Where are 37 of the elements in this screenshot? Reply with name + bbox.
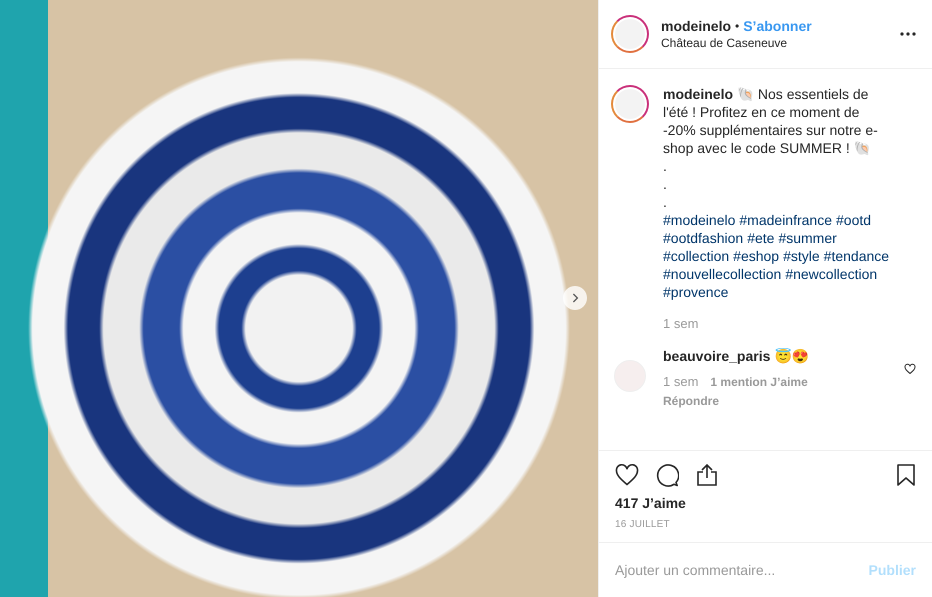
caption-dot: . bbox=[663, 175, 668, 193]
bookmark-icon[interactable] bbox=[896, 463, 916, 487]
hashtag-link[interactable]: #ete bbox=[747, 229, 774, 247]
caption-text: modeinelo 🐚 Nos essentiels de l'été ! Profitez en ce moment de -20% supplémentaires sur notre e-shop avec le code SUMMER ! 🐚 bbox=[663, 85, 879, 157]
hashtag-link[interactable]: #ootd bbox=[836, 211, 872, 229]
share-icon[interactable] bbox=[695, 463, 719, 487]
username-link[interactable]: modeinelo bbox=[661, 18, 732, 34]
next-arrow-button[interactable] bbox=[563, 286, 587, 310]
comment-time: 1 sem bbox=[663, 373, 698, 391]
profile-avatar[interactable] bbox=[611, 85, 649, 123]
heart-icon[interactable] bbox=[904, 362, 916, 374]
hashtag-link[interactable]: #eshop bbox=[733, 247, 780, 265]
username-link[interactable]: beauvoire_paris bbox=[663, 348, 770, 364]
profile-avatar[interactable] bbox=[611, 15, 649, 53]
hashtag-link[interactable]: #ootdfashion bbox=[663, 229, 744, 247]
username-link[interactable]: modeinelo bbox=[663, 86, 734, 102]
hashtag-link[interactable]: #collection bbox=[663, 247, 730, 265]
location-link[interactable]: Château de Caseneuve bbox=[661, 36, 888, 50]
post-date: 16 JUILLET bbox=[615, 519, 671, 530]
hashtag-link[interactable]: #nouvellecollection bbox=[663, 265, 782, 283]
heart-icon[interactable] bbox=[615, 463, 639, 487]
hashtag-link[interactable]: #newcollection bbox=[785, 265, 878, 283]
caption-dot: . bbox=[663, 157, 668, 175]
hashtag-link[interactable]: #tendance bbox=[824, 247, 890, 265]
speech-bubble-icon[interactable] bbox=[655, 463, 679, 487]
hashtag-link[interactable]: #madeinfrance bbox=[739, 211, 832, 229]
comment-text: beauvoire_paris 😇😍 bbox=[663, 347, 810, 365]
separator-dot: • bbox=[735, 19, 740, 33]
hashtag-link[interactable]: #provence bbox=[663, 283, 728, 301]
hashtag-link[interactable]: #style bbox=[783, 247, 820, 265]
likes-count-link[interactable]: 417 J’aime bbox=[615, 495, 916, 511]
hashtag-link[interactable]: #modeinelo bbox=[663, 211, 736, 229]
hashtag-link[interactable]: #summer bbox=[778, 229, 837, 247]
chevron-icon bbox=[571, 292, 579, 304]
post-time: 1 sem bbox=[663, 315, 700, 333]
caption-dot: . bbox=[663, 193, 668, 211]
more-options-icon[interactable] bbox=[900, 32, 916, 36]
